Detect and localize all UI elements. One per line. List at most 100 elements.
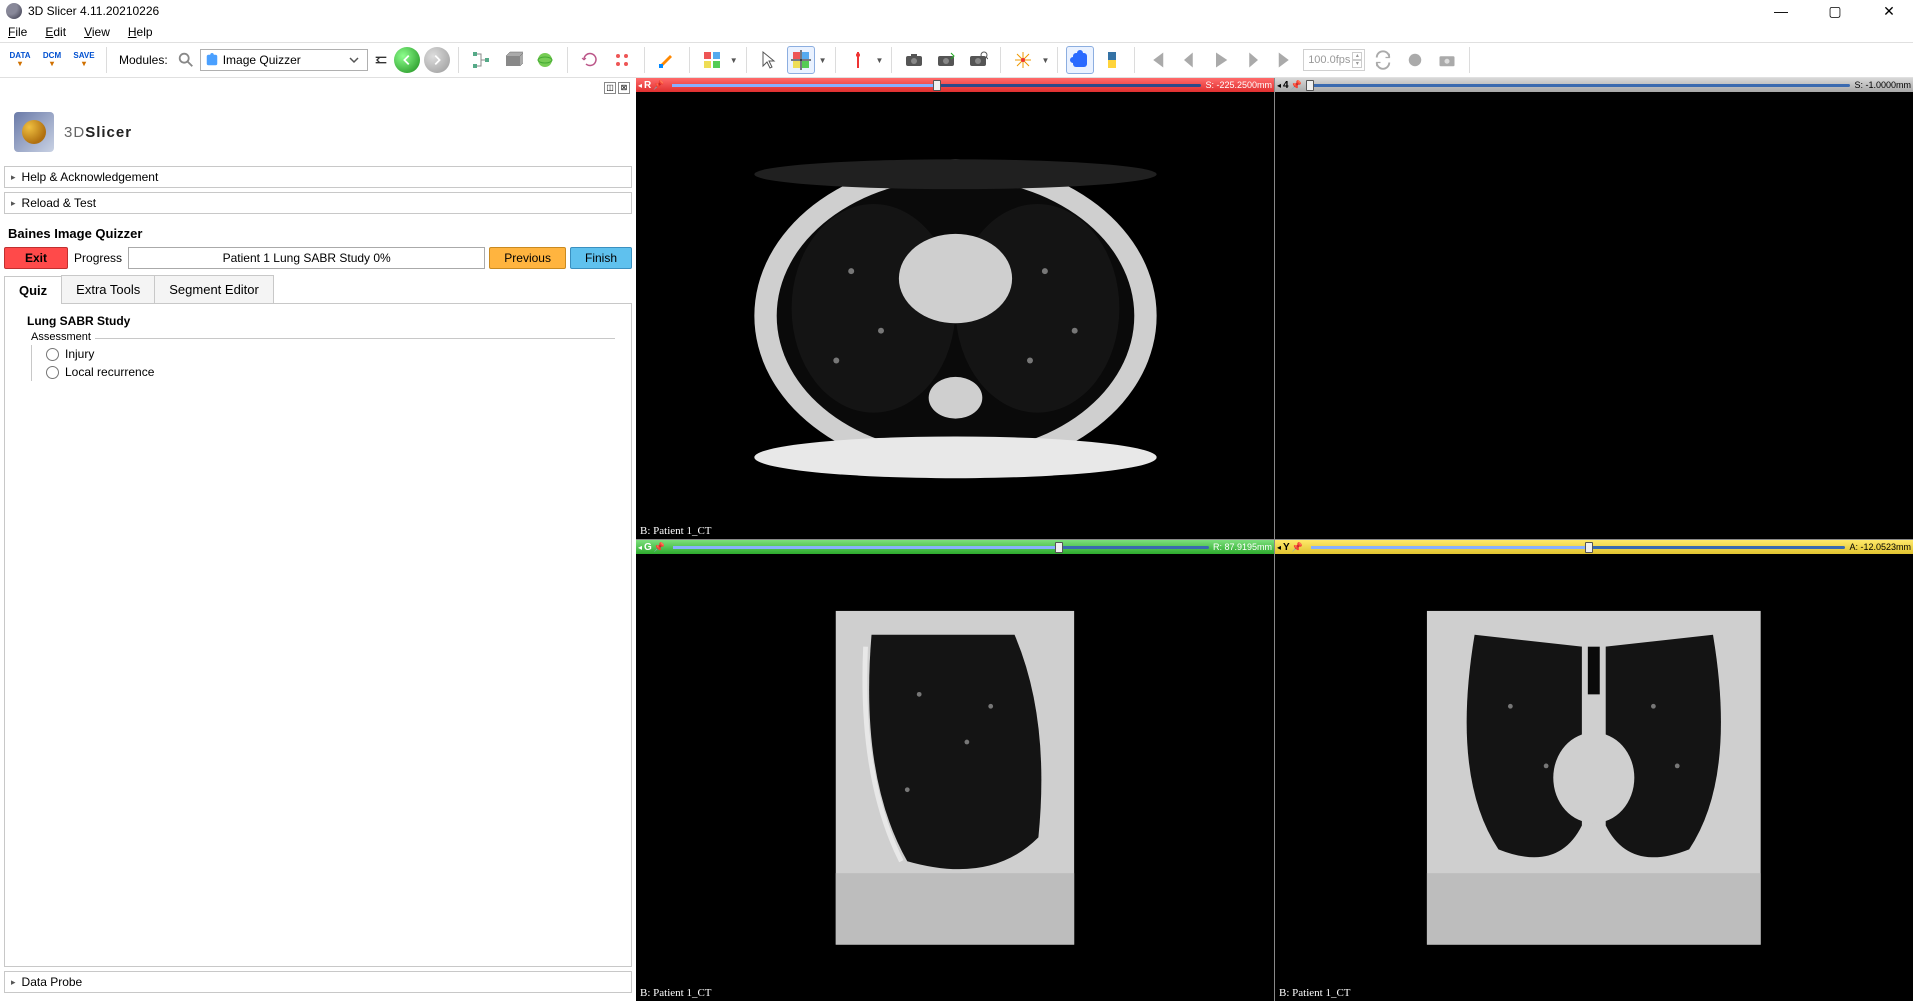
transforms-button[interactable] [576,46,604,74]
extension-manager-button[interactable] [1066,46,1094,74]
segment-editor-toolbar-button[interactable] [653,46,681,74]
module-selected-label: Image Quizzer [223,53,301,67]
save-button[interactable]: SAVE▾ [70,46,98,74]
app-icon [6,3,22,19]
module-history-button[interactable] [372,46,390,74]
slice-footer-red: B: Patient 1_CT [640,525,712,537]
option-injury[interactable]: Injury [31,345,615,363]
module-search-icon[interactable] [176,50,196,70]
markups-button[interactable] [608,46,636,74]
loop-button[interactable] [1369,46,1397,74]
layout-button[interactable] [698,46,726,74]
chevron-left-icon[interactable]: ◂ [1277,81,1281,90]
slice-tag-gray: 4 [1283,80,1289,91]
module-selector[interactable]: Image Quizzer [200,49,368,71]
slice-views: ◂ R 📌 S: -225.2500mm [636,78,1913,1001]
cursor-button[interactable] [755,46,783,74]
nav-back-button[interactable] [394,47,420,73]
step-forward-button[interactable] [1239,46,1267,74]
slice-slider-red[interactable] [672,80,1201,90]
menu-view[interactable]: View [82,24,112,40]
slice-view-red[interactable]: ◂ R 📌 S: -225.2500mm [636,78,1274,539]
models-button[interactable] [531,46,559,74]
exit-button[interactable]: Exit [4,247,68,269]
quiz-tabs: Quiz Extra Tools Segment Editor [4,275,632,304]
slice-footer-green: B: Patient 1_CT [640,987,712,999]
help-ack-section[interactable]: Help & Acknowledgement [4,166,632,188]
menu-edit[interactable]: Edit [43,24,68,40]
load-data-button[interactable]: DATA▾ [6,46,34,74]
snapshot-button[interactable] [1433,46,1461,74]
study-name: Lung SABR Study [27,314,615,328]
slicer-brand: 3DSlicer [64,124,132,141]
puzzle-icon [205,53,219,67]
slice-value-yellow: A: -12.0523mm [1849,542,1911,552]
quiz-module-title: Baines Image Quizzer [4,218,632,247]
slice-bar-yellow[interactable]: ◂ Y 📌 A: -12.0523mm [1275,540,1913,554]
option-recurrence[interactable]: Local recurrence [31,363,615,381]
capture-button[interactable] [964,46,992,74]
slice-view-yellow[interactable]: ◂ Y 📌 A: -12.0523mm [1275,540,1913,1001]
reload-test-section[interactable]: Reload & Test [4,192,632,214]
quiz-tab-body: Lung SABR Study Assessment Injury Local … [4,304,632,967]
subject-hierarchy-button[interactable] [467,46,495,74]
seek-first-button[interactable] [1143,46,1171,74]
python-console-button[interactable] [1098,46,1126,74]
pin-icon[interactable]: 📌 [1291,80,1302,91]
data-probe-section[interactable]: Data Probe [4,971,632,993]
chevron-left-icon[interactable]: ◂ [638,543,642,552]
step-back-button[interactable] [1175,46,1203,74]
chevron-down-icon[interactable]: ▼ [876,56,884,65]
radio-recurrence[interactable] [46,366,59,379]
record-button[interactable] [1401,46,1429,74]
slice-intersections-button[interactable] [844,46,872,74]
panel-close-button[interactable]: ⊠ [618,82,630,94]
finish-button[interactable]: Finish [570,247,632,269]
play-button[interactable] [1207,46,1235,74]
chevron-down-icon[interactable]: ▼ [730,56,738,65]
chevron-left-icon[interactable]: ◂ [1277,543,1281,552]
brand-suffix: Slicer [85,124,132,141]
slice-slider-gray[interactable] [1310,80,1851,90]
slice-bar-red[interactable]: ◂ R 📌 S: -225.2500mm [636,78,1274,92]
window-minimize-button[interactable]: — [1763,3,1799,20]
tab-extra-tools[interactable]: Extra Tools [61,275,155,303]
pin-icon[interactable]: 📌 [1292,542,1303,553]
pin-icon[interactable]: 📌 [654,542,665,553]
slice-tag-red: R [644,80,651,91]
ct-image-axial [636,92,1274,539]
volume-rendering-button[interactable] [499,46,527,74]
slice-slider-yellow[interactable] [1311,542,1846,552]
chevron-down-icon [349,55,359,65]
seek-last-button[interactable] [1271,46,1299,74]
load-dicom-button[interactable]: DCM▾ [38,46,66,74]
slice-view-gray[interactable]: ◂ 4 📌 S: -1.0000mm [1275,78,1913,539]
option-recurrence-label: Local recurrence [65,365,154,379]
slice-value-gray: S: -1.0000mm [1854,80,1911,90]
scene-view-button[interactable] [932,46,960,74]
window-close-button[interactable]: ✕ [1871,3,1907,20]
nav-forward-button[interactable] [424,47,450,73]
crosshair-button[interactable] [787,46,815,74]
fiducial-button[interactable] [1009,46,1037,74]
screenshot-button[interactable] [900,46,928,74]
pin-icon[interactable]: 📌 [653,80,664,91]
slice-view-green[interactable]: ◂ G 📌 R: 87.9195mm [636,540,1274,1001]
slice-bar-gray[interactable]: ◂ 4 📌 S: -1.0000mm [1275,78,1913,92]
menu-file[interactable]: File [6,24,29,40]
chevron-down-icon[interactable]: ▼ [1041,56,1049,65]
assessment-legend: Assessment [27,331,95,343]
chevron-down-icon[interactable]: ▼ [819,56,827,65]
panel-undock-button[interactable]: ◫ [604,82,616,94]
previous-button[interactable]: Previous [489,247,566,269]
menu-help[interactable]: Help [126,24,155,40]
chevron-left-icon[interactable]: ◂ [638,81,642,90]
radio-injury[interactable] [46,348,59,361]
tab-segment-editor[interactable]: Segment Editor [154,275,274,303]
fps-input[interactable]: 100.0fps ▴▾ [1303,49,1365,71]
tab-quiz[interactable]: Quiz [4,276,62,304]
slice-bar-green[interactable]: ◂ G 📌 R: 87.9195mm [636,540,1274,554]
reload-test-label: Reload & Test [22,196,97,210]
slice-slider-green[interactable] [673,542,1209,552]
window-maximize-button[interactable]: ▢ [1817,3,1853,20]
